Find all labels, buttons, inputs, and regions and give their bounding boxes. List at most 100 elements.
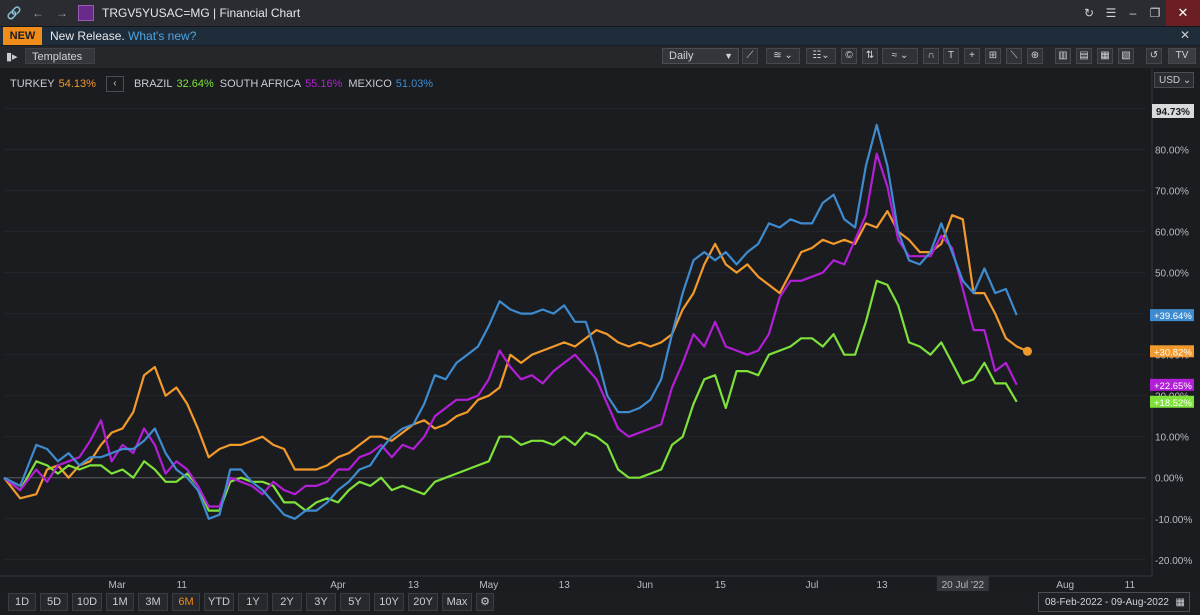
compare-icon[interactable]: ≋ ⌄ xyxy=(766,48,800,64)
refresh-icon[interactable]: ↻ xyxy=(1078,5,1100,21)
forward-arrow-icon[interactable]: → xyxy=(54,5,70,21)
x-tick-label: 20 Jul '22 xyxy=(942,580,985,591)
y-tick-label: 50.00% xyxy=(1155,269,1189,280)
window-title: TRGV5YUSAC=MG | Financial Chart xyxy=(102,6,301,20)
line-style-icon[interactable]: ⟋ xyxy=(742,48,758,64)
period-button-5y[interactable]: 5Y xyxy=(340,593,370,611)
templates-dropdown[interactable]: Templates ⌄ xyxy=(25,48,95,79)
x-tick-label: 13 xyxy=(559,580,571,591)
x-tick-label: May xyxy=(479,580,498,591)
y-tick-label: 70.00% xyxy=(1155,187,1189,198)
x-tick-label: 15 xyxy=(715,580,727,591)
export-icon[interactable]: ▧ xyxy=(1118,48,1134,64)
legend-item-south-africa[interactable]: SOUTH AFRICA 55.16% xyxy=(220,78,343,90)
legend-collapse-icon[interactable]: ‹ xyxy=(105,76,124,92)
y-tick-label: 10.00% xyxy=(1155,433,1189,444)
x-tick-label: Mar xyxy=(109,580,127,591)
calendar-icon: ▦ xyxy=(1175,597,1185,608)
zoom-icon[interactable]: ⊕ xyxy=(1027,48,1043,64)
x-tick-label: 13 xyxy=(876,580,888,591)
layout-icon[interactable]: ▦ xyxy=(1097,48,1113,64)
y-tick-label: 60.00% xyxy=(1155,228,1189,239)
release-message: New Release. xyxy=(50,29,125,43)
currency-select[interactable]: USD ⌄ xyxy=(1154,72,1194,88)
period-button-ytd[interactable]: YTD xyxy=(204,593,234,611)
crosshair-icon[interactable]: + xyxy=(964,48,980,64)
events-icon[interactable]: ⇅ xyxy=(862,48,878,64)
whats-new-link[interactable]: What's new? xyxy=(128,29,196,43)
chevron-down-icon: ▼ xyxy=(724,51,733,61)
measure-icon[interactable]: ⊞ xyxy=(985,48,1001,64)
studies-icon[interactable]: ≈ ⌄ xyxy=(882,48,918,64)
period-button-2y[interactable]: 2Y xyxy=(272,593,302,611)
top-value-label: 94.73% xyxy=(1156,107,1190,118)
period-button-6m[interactable]: 6M xyxy=(172,593,200,611)
x-tick-label: Jun xyxy=(637,580,653,591)
menu-icon[interactable]: ☰ xyxy=(1100,5,1122,21)
window-titlebar: 🔗 ← → TRGV5YUSAC=MG | Financial Chart ↻ … xyxy=(0,0,1200,27)
end-value-label: +30.82% xyxy=(1154,347,1192,358)
period-button-3m[interactable]: 3M xyxy=(138,593,168,611)
link-icon[interactable]: 🔗 xyxy=(6,5,22,21)
period-button-1m[interactable]: 1M xyxy=(106,593,134,611)
table-icon[interactable]: ▤ xyxy=(1076,48,1092,64)
legend-item-mexico[interactable]: MEXICO 51.03% xyxy=(348,78,433,90)
y-tick-label: 0.00% xyxy=(1155,474,1183,485)
draw-icon[interactable]: ⟍ xyxy=(1006,48,1022,64)
x-tick-label: 13 xyxy=(408,580,420,591)
x-tick-label: Aug xyxy=(1056,580,1074,591)
back-arrow-icon[interactable]: ← xyxy=(30,5,46,21)
period-button-10d[interactable]: 10D xyxy=(72,593,102,611)
x-tick-label: Apr xyxy=(330,580,346,591)
tradingview-logo-icon: TV xyxy=(1168,48,1196,64)
date-separator: - xyxy=(1105,597,1109,608)
period-button-20y[interactable]: 20Y xyxy=(408,593,438,611)
period-settings-icon[interactable]: ⚙ xyxy=(476,593,494,611)
currency-icon[interactable]: © xyxy=(841,48,857,64)
interval-select[interactable]: Daily ▼ xyxy=(662,48,739,64)
series-end-marker xyxy=(1022,346,1032,356)
y-tick-label: 80.00% xyxy=(1155,146,1189,157)
new-badge: NEW xyxy=(3,27,42,45)
end-value-label: +22.65% xyxy=(1154,381,1192,392)
period-button-1y[interactable]: 1Y xyxy=(238,593,268,611)
minimize-icon[interactable]: – xyxy=(1122,5,1144,21)
app-logo-icon xyxy=(78,5,94,21)
period-button-max[interactable]: Max xyxy=(442,593,472,611)
period-selector: 1D 5D 10D 1M 3M 6M YTD 1Y 2Y 3Y 5Y 10Y 20Y Max ⚙ xyxy=(0,591,1200,615)
end-value-label: +18.52% xyxy=(1154,398,1192,409)
x-tick-label: Jul xyxy=(806,580,819,591)
banner-close-icon[interactable]: ✕ xyxy=(1180,28,1190,42)
legend-item-turkey[interactable]: TURKEY 54.13% xyxy=(10,78,96,90)
legend-item-brazil[interactable]: BRAZIL 32.64% xyxy=(134,78,214,90)
date-to: 09-Aug-2022 xyxy=(1111,597,1169,608)
series-legend: TURKEY 54.13% ‹ BRAZIL 32.64% SOUTH AFRICA… xyxy=(10,76,433,92)
reset-icon[interactable]: ↺ xyxy=(1146,48,1162,64)
release-text: New Release. What's new? xyxy=(50,29,196,43)
close-icon[interactable]: ✕ xyxy=(1166,0,1200,26)
text-tool-icon[interactable]: T xyxy=(943,48,959,64)
chart-toolbar: ▮▸ Templates ⌄ Daily ▼ ⟋ ≋ ⌄ ☷⌄ © ⇅ ≈ ⌄ … xyxy=(0,46,1200,79)
chart-background xyxy=(0,68,1200,591)
end-value-label: +39.64% xyxy=(1154,311,1192,322)
date-range-picker[interactable]: 08-Feb-2022 - 09-Aug-2022 ▦ xyxy=(1038,592,1190,612)
x-tick-label: 11 xyxy=(177,580,188,591)
interval-label: Daily xyxy=(669,50,694,62)
sidebar-toggle-icon[interactable]: ▮▸ xyxy=(6,50,18,63)
restore-icon[interactable]: ❐ xyxy=(1144,5,1166,21)
x-tick-label: 11 xyxy=(1125,580,1136,591)
y-tick-label: -10.00% xyxy=(1155,515,1192,526)
period-button-5d[interactable]: 5D xyxy=(40,593,68,611)
bar-chart-icon[interactable]: ▥ xyxy=(1055,48,1071,64)
currency-label: USD xyxy=(1159,75,1181,86)
period-button-3y[interactable]: 3Y xyxy=(306,593,336,611)
period-button-1d[interactable]: 1D xyxy=(8,593,36,611)
y-tick-label: -20.00% xyxy=(1155,556,1192,567)
indicators-icon[interactable]: ☷⌄ xyxy=(806,48,836,64)
templates-label: Templates xyxy=(32,51,83,63)
date-from: 08-Feb-2022 xyxy=(1045,597,1103,608)
magnet-icon[interactable]: ∩ xyxy=(923,48,939,64)
period-button-10y[interactable]: 10Y xyxy=(374,593,404,611)
line-chart[interactable]: 90.00%80.00%70.00%60.00%50.00%40.00%30.0… xyxy=(0,68,1200,591)
release-banner: NEW New Release. What's new? ✕ xyxy=(0,27,1200,45)
